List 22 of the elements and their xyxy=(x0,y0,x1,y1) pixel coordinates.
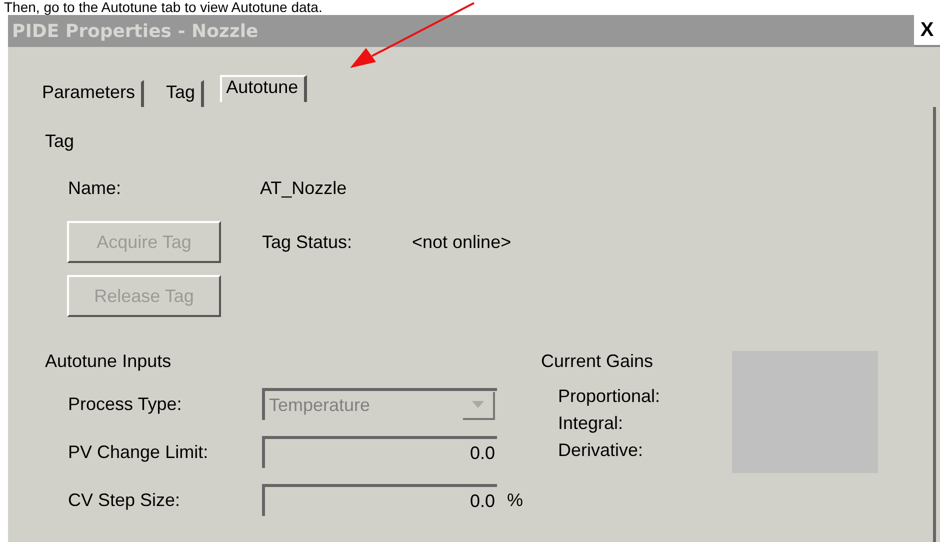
section-heading: Autotune Inputs xyxy=(45,351,172,372)
section-heading: Current Gains xyxy=(541,351,654,372)
tab[interactable]: Autotune xyxy=(220,75,308,102)
field-label: CV Step Size: xyxy=(68,490,182,510)
tab[interactable]: Tag xyxy=(160,80,204,107)
tag-status: <not online> xyxy=(412,232,512,252)
tab[interactable]: Parameters xyxy=(36,80,144,107)
section-heading: Tag xyxy=(45,131,76,152)
tag-name: AT_Nozzle xyxy=(260,178,348,199)
field-label: Tag Status: xyxy=(262,232,354,252)
field-label: PV Change Limit: xyxy=(68,442,210,462)
field-label: Name: xyxy=(68,178,122,199)
gain-label: Derivative: xyxy=(558,440,644,461)
field-label: Process Type: xyxy=(68,394,183,414)
dropdown-arrow-icon xyxy=(472,401,484,408)
window-title: PIDE Properties - Nozzle xyxy=(12,20,258,42)
input-field[interactable]: 0.0 xyxy=(262,436,497,468)
input-field[interactable]: 0.0 xyxy=(262,484,497,516)
gain-label: Proportional: xyxy=(558,386,660,407)
unit-label: % xyxy=(507,490,524,510)
caption-text: Then, go to the Autotune tab to view Autotune data. xyxy=(3,0,322,15)
gain-label: Integral: xyxy=(558,413,624,434)
